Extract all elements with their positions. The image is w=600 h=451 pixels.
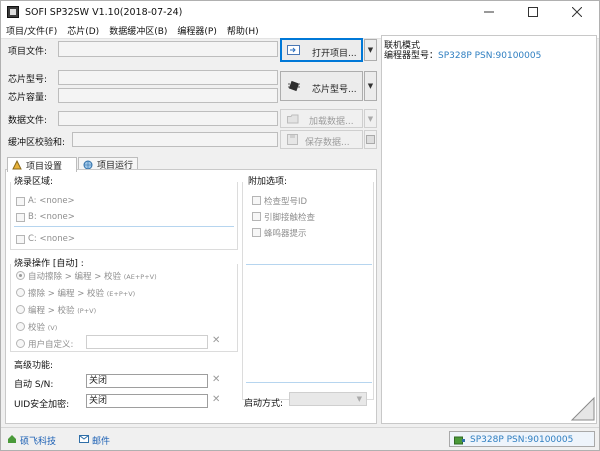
app-window: SOFI SP32SW V1.10(2018-07-24) 项目/文件(F) 芯… bbox=[0, 0, 600, 451]
chip-model-button[interactable]: 芯片型号... bbox=[280, 71, 363, 101]
start-mode-label: 启动方式: bbox=[244, 399, 284, 409]
uid-encrypt-clear-icon[interactable]: ✕ bbox=[212, 394, 220, 405]
menu-chip[interactable]: 芯片(D) bbox=[62, 24, 104, 37]
tab-project-settings[interactable]: 项目设置 bbox=[7, 157, 77, 172]
save-data-button[interactable]: 保存数据... bbox=[280, 130, 363, 149]
minimize-button[interactable] bbox=[467, 1, 511, 23]
close-button[interactable] bbox=[555, 1, 599, 23]
buffer-checksum-label: 缓冲区校验和: bbox=[8, 138, 66, 148]
close-icon bbox=[572, 7, 582, 17]
folder-icon bbox=[287, 114, 299, 124]
buffer-checksum-field bbox=[72, 132, 278, 147]
open-project-label: 打开项目... bbox=[312, 49, 357, 59]
open-folder-icon bbox=[287, 45, 300, 55]
device-status-box: SP328P PSN:90100005 bbox=[449, 431, 595, 447]
area-b-checkbox[interactable] bbox=[16, 213, 25, 222]
data-file-label: 数据文件: bbox=[8, 116, 48, 126]
uid-encrypt-label: UID安全加密: bbox=[14, 400, 70, 410]
project-file-label: 项目文件: bbox=[8, 47, 48, 57]
log-panel: 联机模式 编程器型号：SP328P PSN:90100005 bbox=[381, 35, 597, 424]
op-verify-radio[interactable] bbox=[16, 322, 25, 331]
open-project-button[interactable]: 打开项目... bbox=[280, 38, 363, 62]
op-program-label: 编程 > 校验 (P+V) bbox=[28, 306, 97, 316]
menu-project-file[interactable]: 项目/文件(F) bbox=[1, 24, 62, 37]
chip-model-dropdown[interactable]: ▼ bbox=[364, 71, 377, 101]
extra-separator-2 bbox=[246, 382, 372, 383]
tab-project-settings-label: 项目设置 bbox=[26, 161, 63, 172]
project-settings-panel: 烧录区域: A: <none> B: <none> C: <none> 烧录操作… bbox=[5, 169, 377, 424]
auto-sn-input[interactable]: 关闭 bbox=[86, 374, 208, 388]
area-c-checkbox[interactable] bbox=[16, 235, 25, 244]
menu-help[interactable]: 帮助(H) bbox=[222, 24, 264, 37]
save-data-dropdown[interactable] bbox=[364, 130, 377, 149]
area-a-checkbox[interactable] bbox=[16, 197, 25, 206]
title-bar: SOFI SP32SW V1.10(2018-07-24) bbox=[1, 1, 599, 23]
maximize-button[interactable] bbox=[511, 1, 555, 23]
check-id-label: 检查型号ID bbox=[264, 197, 308, 207]
uid-encrypt-input[interactable]: 关闭 bbox=[86, 394, 208, 408]
pin-check-label: 引脚接触检查 bbox=[264, 213, 316, 223]
open-project-dropdown[interactable]: ▼ bbox=[364, 39, 377, 61]
device-status-text: SP328P PSN:90100005 bbox=[470, 435, 574, 445]
mail-icon bbox=[79, 435, 89, 443]
auto-sn-clear-icon[interactable]: ✕ bbox=[212, 374, 220, 385]
window-title: SOFI SP32SW V1.10(2018-07-24) bbox=[25, 6, 183, 18]
log-line-device: 编程器型号：SP328P PSN:90100005 bbox=[384, 51, 542, 61]
pin-check-checkbox[interactable] bbox=[252, 212, 261, 221]
area-b-label: B: <none> bbox=[28, 212, 75, 222]
op-auto-erase-label: 自动擦除 > 编程 > 校验 (AE+P+V) bbox=[28, 272, 157, 282]
load-data-button[interactable]: 加载数据... bbox=[280, 109, 363, 128]
email-link[interactable]: 邮件 bbox=[92, 434, 110, 447]
load-data-dropdown[interactable]: ▼ bbox=[364, 109, 377, 128]
check-id-checkbox[interactable] bbox=[252, 196, 261, 205]
extra-separator-1 bbox=[246, 264, 372, 265]
minimize-icon bbox=[484, 11, 494, 13]
data-file-field bbox=[58, 111, 278, 126]
globe-icon bbox=[83, 160, 93, 169]
op-custom-label: 用户自定义: bbox=[28, 340, 74, 350]
op-erase-radio[interactable] bbox=[16, 288, 25, 297]
op-erase-label: 擦除 > 编程 > 校验 (E+P+V) bbox=[28, 289, 136, 299]
chip-model-button-label: 芯片型号... bbox=[312, 85, 357, 95]
chip-model-label: 芯片型号: bbox=[8, 75, 48, 85]
op-verify-label: 校验 (V) bbox=[28, 323, 58, 333]
area-separator bbox=[14, 226, 234, 227]
resize-corner-icon[interactable] bbox=[568, 396, 596, 422]
device-connected-icon bbox=[454, 436, 465, 445]
menu-programmer[interactable]: 编程器(P) bbox=[172, 24, 221, 37]
buzzer-label: 蜂鸣器提示 bbox=[264, 229, 307, 239]
advanced-title: 高级功能: bbox=[12, 358, 56, 371]
area-c-label: C: <none> bbox=[28, 234, 75, 244]
menu-data-buffer[interactable]: 数据缓冲区(B) bbox=[104, 24, 172, 37]
save-data-label: 保存数据... bbox=[305, 138, 350, 148]
custom-op-input[interactable] bbox=[86, 335, 208, 349]
op-auto-erase-radio[interactable] bbox=[16, 271, 25, 280]
save-small-icon bbox=[366, 135, 375, 144]
buzzer-checkbox[interactable] bbox=[252, 228, 261, 237]
op-program-radio[interactable] bbox=[16, 305, 25, 314]
company-link[interactable]: 硕飞科技 bbox=[20, 434, 56, 447]
project-file-field bbox=[58, 41, 278, 57]
chip-capacity-field bbox=[58, 88, 278, 103]
start-mode-select[interactable]: ▼ bbox=[289, 392, 367, 406]
custom-op-clear-icon[interactable]: ✕ bbox=[212, 335, 220, 346]
save-icon bbox=[287, 134, 298, 145]
app-icon bbox=[7, 6, 19, 18]
tabs-icon bbox=[12, 160, 22, 170]
chip-capacity-label: 芯片容量: bbox=[8, 93, 48, 103]
op-custom-radio[interactable] bbox=[16, 339, 25, 348]
status-bar: 硕飞科技 邮件 SP328P PSN:90100005 bbox=[1, 427, 599, 450]
maximize-icon bbox=[528, 7, 538, 17]
area-a-label: A: <none> bbox=[28, 196, 75, 206]
load-data-label: 加载数据... bbox=[309, 117, 354, 127]
chip-model-field bbox=[58, 70, 278, 85]
chip-icon bbox=[288, 80, 300, 92]
home-icon bbox=[8, 435, 16, 443]
auto-sn-label: 自动 S/N: bbox=[14, 380, 54, 390]
